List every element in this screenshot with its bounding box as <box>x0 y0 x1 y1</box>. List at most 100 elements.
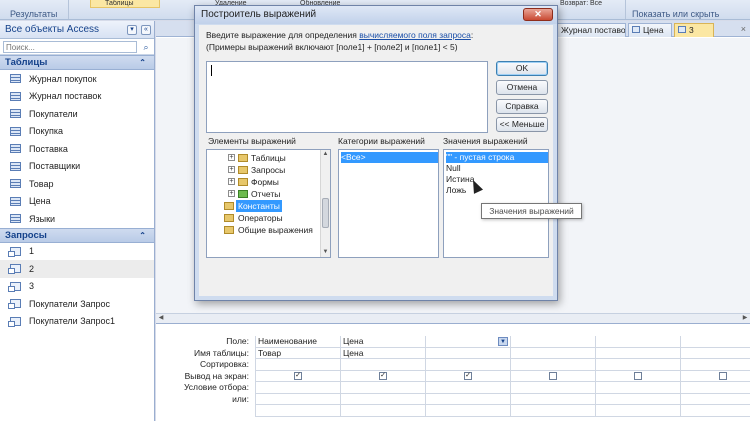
elements-scrollbar[interactable]: ▲ ▼ <box>320 150 330 257</box>
qbe-empty-cell[interactable] <box>510 405 595 417</box>
qbe-empty-cell[interactable] <box>680 405 750 417</box>
help-button[interactable]: Справка <box>496 99 548 114</box>
qbe-criteria-cell[interactable] <box>255 382 340 394</box>
qbe-sort-cell[interactable] <box>680 359 750 371</box>
qbe-table-cell[interactable] <box>680 347 750 359</box>
qbe-table-cell[interactable]: Цена <box>340 347 425 359</box>
nav-table-item[interactable]: Поставка <box>0 140 154 158</box>
qbe-or-cell[interactable] <box>255 393 340 405</box>
qbe-table-cell[interactable] <box>595 347 680 359</box>
qbe-table-cell[interactable] <box>510 347 595 359</box>
collapse-icon[interactable]: ⌃ <box>139 58 146 67</box>
nav-table-item[interactable]: Товар <box>0 175 154 193</box>
qbe-sort-cell[interactable] <box>340 359 425 371</box>
qbe-field-cell[interactable]: Наименование <box>255 336 340 348</box>
show-checkbox[interactable]: ✓ <box>464 372 472 380</box>
expand-icon[interactable]: + <box>228 190 235 197</box>
nav-table-item[interactable]: Журнал покупок <box>0 70 154 88</box>
tree-item-constants[interactable]: Константы <box>207 200 317 212</box>
qbe-empty-cell[interactable] <box>595 405 680 417</box>
nav-collapse-icon[interactable]: « <box>141 25 151 35</box>
qbe-criteria-cell[interactable] <box>680 382 750 394</box>
tree-item-queries[interactable]: + Запросы <box>207 164 317 176</box>
tables-section-header[interactable]: Таблицы ⌃ <box>0 55 154 70</box>
nav-menu-chevron-icon[interactable]: ▾ <box>127 25 137 35</box>
qbe-field-cell[interactable] <box>680 336 750 348</box>
nav-table-item[interactable]: Покупатели <box>0 105 154 123</box>
qbe-criteria-cell[interactable] <box>595 382 680 394</box>
close-document-icon[interactable]: × <box>741 24 746 34</box>
show-checkbox[interactable]: ✓ <box>294 372 302 380</box>
calculated-field-link[interactable]: вычисляемого поля запроса <box>359 30 471 40</box>
qbe-sort-cell[interactable] <box>425 359 510 371</box>
value-item[interactable]: Ложь <box>446 185 466 196</box>
qbe-table-cell[interactable]: Товар <box>255 347 340 359</box>
qbe-sort-cell[interactable] <box>595 359 680 371</box>
show-checkbox[interactable]: ✓ <box>379 372 387 380</box>
nav-header[interactable]: Все объекты Access ▾ « <box>0 21 154 39</box>
nav-query-item[interactable]: 3 <box>0 278 154 296</box>
horizontal-scrollbar[interactable]: ◀ ▶ <box>156 313 750 323</box>
chevron-down-icon[interactable]: ▼ <box>498 337 508 346</box>
less-button[interactable]: << Меньше <box>496 117 548 132</box>
return-value[interactable]: Все <box>590 0 602 8</box>
tab-supply-log[interactable]: Журнал поставок <box>546 23 626 37</box>
nav-query-item[interactable]: 1 <box>0 243 154 261</box>
tree-item-forms[interactable]: + Формы <box>207 176 317 188</box>
nav-table-item[interactable]: Покупка <box>0 123 154 141</box>
queries-section-header[interactable]: Запросы ⌃ <box>0 227 154 243</box>
scroll-left-icon[interactable]: ◀ <box>156 314 166 323</box>
qbe-empty-cell[interactable] <box>255 405 340 417</box>
tab-price[interactable]: Цена <box>628 23 672 37</box>
search-icon[interactable]: ⌕ <box>140 41 152 53</box>
tree-item-tables[interactable]: + Таблицы <box>207 152 317 164</box>
scroll-thumb[interactable] <box>322 198 329 228</box>
qbe-or-cell[interactable] <box>340 393 425 405</box>
close-button[interactable]: ✕ <box>523 8 553 21</box>
nav-table-item[interactable]: Языки <box>0 210 154 228</box>
qbe-sort-cell[interactable] <box>510 359 595 371</box>
tables-button[interactable]: Таблицы <box>90 0 160 8</box>
tree-item-reports[interactable]: + Отчеты <box>207 188 317 200</box>
qbe-field-cell[interactable] <box>595 336 680 348</box>
expand-icon[interactable]: + <box>228 178 235 185</box>
qbe-empty-cell[interactable] <box>425 405 510 417</box>
scroll-up-icon[interactable]: ▲ <box>321 150 330 159</box>
expand-icon[interactable]: + <box>228 166 235 173</box>
nav-table-item[interactable]: Поставщики <box>0 158 154 176</box>
show-checkbox[interactable] <box>719 372 727 380</box>
cancel-button[interactable]: Отмена <box>496 80 548 95</box>
tree-item-operators[interactable]: Операторы <box>207 212 317 224</box>
value-item[interactable]: Null <box>446 163 461 174</box>
nav-query-item[interactable]: 2 <box>0 260 154 278</box>
scroll-right-icon[interactable]: ▶ <box>740 314 750 323</box>
qbe-or-cell[interactable] <box>510 393 595 405</box>
dialog-titlebar[interactable]: Построитель выражений ✕ <box>195 6 557 24</box>
tab-query-3[interactable]: 3 <box>674 23 714 37</box>
show-checkbox[interactable] <box>549 372 557 380</box>
nav-search-input[interactable] <box>3 41 137 53</box>
qbe-sort-cell[interactable] <box>255 359 340 371</box>
qbe-field-cell[interactable] <box>510 336 595 348</box>
qbe-criteria-cell[interactable] <box>425 382 510 394</box>
ok-button[interactable]: OK <box>496 61 548 76</box>
qbe-empty-cell[interactable] <box>340 405 425 417</box>
tree-item-common-expressions[interactable]: Общие выражения <box>207 224 317 236</box>
qbe-or-cell[interactable] <box>595 393 680 405</box>
nav-query-item[interactable]: Покупатели Запрос <box>0 295 154 313</box>
elements-tree[interactable]: + Таблицы + Запросы + Формы + Отчеты Кон… <box>206 149 331 258</box>
category-item[interactable]: <Все> <box>341 152 438 163</box>
qbe-or-cell[interactable] <box>680 393 750 405</box>
show-checkbox[interactable] <box>634 372 642 380</box>
expand-icon[interactable]: + <box>228 154 235 161</box>
expression-textarea[interactable] <box>206 61 488 133</box>
qbe-or-cell[interactable] <box>425 393 510 405</box>
value-item[interactable]: "" - пустая строка <box>446 152 548 163</box>
nav-query-item[interactable]: Покупатели Запрос1 <box>0 313 154 331</box>
qbe-field-cell[interactable]: Цена <box>340 336 425 348</box>
qbe-criteria-cell[interactable] <box>340 382 425 394</box>
nav-table-item[interactable]: Журнал поставок <box>0 88 154 106</box>
scroll-down-icon[interactable]: ▼ <box>321 248 330 257</box>
nav-table-item[interactable]: Цена <box>0 193 154 211</box>
collapse-icon[interactable]: ⌃ <box>139 231 146 240</box>
